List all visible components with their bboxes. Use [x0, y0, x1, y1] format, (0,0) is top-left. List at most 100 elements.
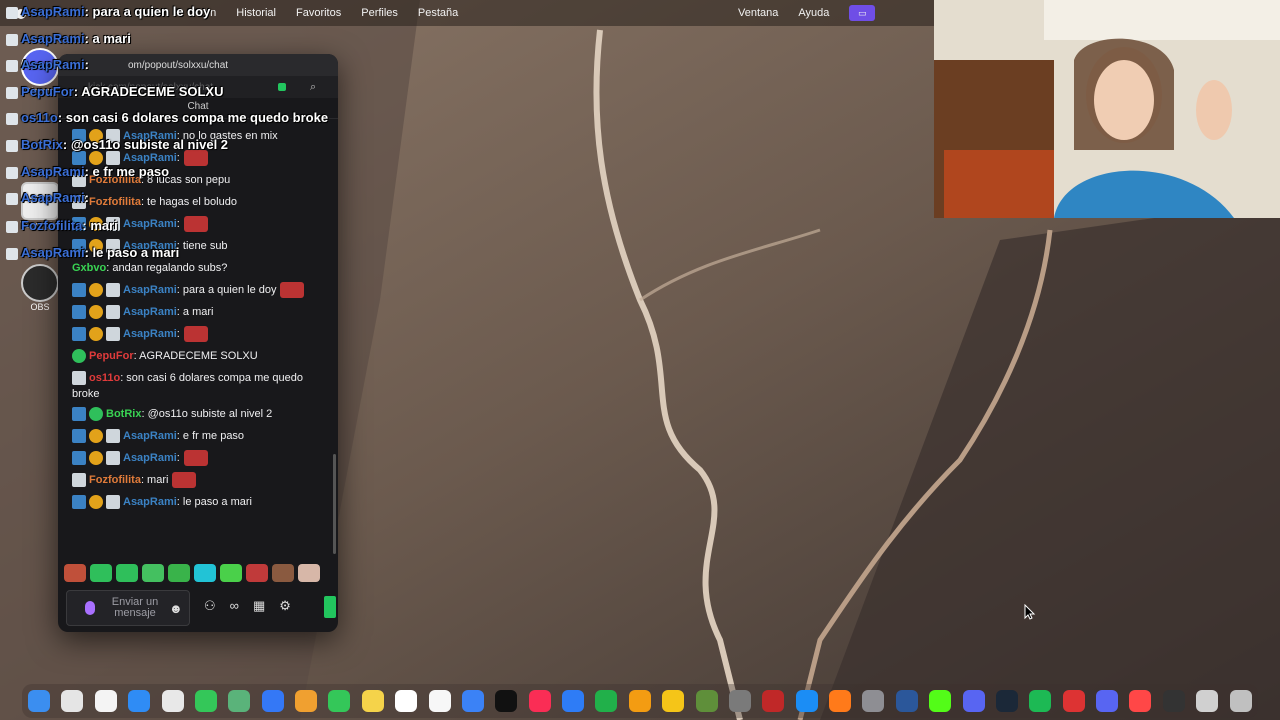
- chat-scrollbar[interactable]: [333, 454, 336, 554]
- safari-icon[interactable]: [128, 690, 151, 712]
- emote-icon[interactable]: [194, 564, 216, 582]
- search-icon[interactable]: ⌕: [310, 81, 316, 94]
- minecraft-icon[interactable]: [695, 690, 718, 712]
- calendar-icon[interactable]: [94, 690, 117, 712]
- word-icon[interactable]: [895, 690, 918, 712]
- music-icon[interactable]: [528, 690, 551, 712]
- chat-username[interactable]: AsapRami: [123, 306, 177, 318]
- chat-username[interactable]: Fozfofilita: [89, 196, 141, 208]
- menu-ayuda[interactable]: Ayuda: [788, 7, 839, 19]
- maps-icon[interactable]: [228, 690, 251, 712]
- trash-icon[interactable]: [1229, 690, 1252, 712]
- microphone-icon[interactable]: [85, 601, 95, 615]
- chat-message[interactable]: AsapRami:: [58, 448, 330, 470]
- chat-message[interactable]: AsapRami: tiene sub: [58, 236, 330, 258]
- chat-message[interactable]: Fozfofilita: mari: [58, 470, 330, 492]
- preview-icon[interactable]: [461, 690, 484, 712]
- desktop-icon-obs[interactable]: OBS: [20, 264, 60, 312]
- chat-message[interactable]: Fozfofilita: 8 lucas son pepu: [58, 170, 330, 192]
- chat-message[interactable]: Fozfofilita: te hagas el boludo: [58, 192, 330, 214]
- appletv-icon[interactable]: [495, 690, 518, 712]
- apple-logo-icon[interactable]: [14, 6, 28, 20]
- chat-username[interactable]: os11o: [89, 372, 120, 384]
- mail-icon[interactable]: [261, 690, 284, 712]
- chat-message[interactable]: AsapRami: e fr me paso: [58, 426, 330, 448]
- appstore-alt-icon[interactable]: [662, 690, 685, 712]
- discord2-icon[interactable]: [1096, 690, 1118, 712]
- chat-username[interactable]: Fozfofilita: [89, 174, 141, 186]
- facetime-icon[interactable]: [328, 690, 351, 712]
- chat-window-titlebar[interactable]: om/popout/solxxu/chat: [58, 54, 338, 76]
- chat-message[interactable]: AsapRami: a mari: [58, 302, 330, 324]
- chat-message[interactable]: AsapRami: le paso a mari: [58, 492, 330, 514]
- menu-perfiles[interactable]: Perfiles: [351, 7, 408, 19]
- chat-username[interactable]: AsapRami: [123, 496, 177, 508]
- emoji-icon[interactable]: ☻: [169, 601, 183, 616]
- emote-icon[interactable]: [90, 564, 112, 582]
- users-icon[interactable]: ⚇: [204, 598, 216, 614]
- desktop-icon-discord[interactable]: Discord: [20, 48, 60, 96]
- gear-icon[interactable]: ⚙: [279, 598, 291, 614]
- desktop-icon-tlauncher[interactable]: TLauncher: [20, 182, 63, 230]
- spotify-icon[interactable]: [1029, 690, 1052, 712]
- chat-message[interactable]: PepuFor: AGRADECEME SOLXU: [58, 346, 330, 368]
- chat-username[interactable]: BotRix: [106, 408, 141, 420]
- kick-extension-icon[interactable]: [278, 83, 286, 91]
- menu-partial-item[interactable]: ón: [194, 7, 226, 19]
- chat-username[interactable]: Gxbvo: [72, 262, 106, 274]
- pages-icon[interactable]: [628, 690, 651, 712]
- chat-message[interactable]: AsapRami: para a quien le doy: [58, 280, 330, 302]
- emote-icon[interactable]: [116, 564, 138, 582]
- chat-message[interactable]: Gxbvo: andan regalando subs?: [58, 258, 330, 280]
- screen-record-icon[interactable]: ▭: [849, 5, 876, 21]
- chrome-icon[interactable]: [161, 690, 184, 712]
- chat-username[interactable]: AsapRami: [123, 452, 177, 464]
- notes2-icon[interactable]: [395, 690, 418, 712]
- messages-icon[interactable]: [194, 690, 217, 712]
- settings-icon[interactable]: [862, 690, 885, 712]
- chat-username[interactable]: AsapRami: [123, 240, 177, 252]
- chat-message-input[interactable]: Enviar un mensaje ☻: [66, 590, 190, 626]
- chat-username[interactable]: AsapRami: [123, 328, 177, 340]
- emote-icon[interactable]: [168, 564, 190, 582]
- kick-icon[interactable]: [929, 690, 952, 712]
- steam-icon[interactable]: [995, 690, 1018, 712]
- keynote-icon[interactable]: [562, 690, 584, 712]
- chat-username[interactable]: PepuFor: [89, 350, 134, 362]
- store-icon[interactable]: ▦: [253, 598, 265, 614]
- discord-icon[interactable]: [962, 690, 985, 712]
- numbers-icon[interactable]: [595, 690, 618, 712]
- chat-username[interactable]: AsapRami: [123, 152, 177, 164]
- menu-pestana[interactable]: Pestaña: [408, 7, 468, 19]
- chat-message[interactable]: AsapRami:: [58, 324, 330, 346]
- emote-icon[interactable]: [298, 564, 320, 582]
- app-red-icon[interactable]: [1062, 690, 1085, 712]
- appstore-icon[interactable]: [795, 690, 818, 712]
- files-icon[interactable]: [1196, 690, 1219, 712]
- emote-icon[interactable]: [272, 564, 294, 582]
- reminders-icon[interactable]: [428, 690, 451, 712]
- chat-message[interactable]: AsapRami:: [58, 214, 330, 236]
- send-button[interactable]: [324, 596, 336, 618]
- flash-icon[interactable]: [762, 690, 785, 712]
- emote-icon[interactable]: [64, 564, 86, 582]
- chat-message[interactable]: AsapRami:: [58, 148, 330, 170]
- chat-message-list[interactable]: AsapRami: no lo gastes en mix AsapRami: Fo…: [58, 126, 330, 552]
- chat-username[interactable]: AsapRami: [123, 430, 177, 442]
- finder-icon[interactable]: [28, 690, 50, 712]
- photos-icon[interactable]: [295, 690, 317, 712]
- firefox-icon[interactable]: [829, 690, 851, 712]
- menu-ventana[interactable]: Ventana: [728, 7, 788, 19]
- chat-message[interactable]: AsapRami: no lo gastes en mix: [58, 126, 330, 148]
- unknown-icon[interactable]: [728, 690, 751, 712]
- ea-icon[interactable]: [1129, 690, 1152, 712]
- chat-message[interactable]: BotRix: @os11o subiste al nivel 2: [58, 404, 330, 426]
- menu-historial[interactable]: Historial: [226, 7, 286, 19]
- chat-url-bar[interactable]: kick.com/popout/solxxu/chat ⌕: [58, 76, 338, 98]
- menu-favoritos[interactable]: Favoritos: [286, 7, 351, 19]
- emote-icon[interactable]: [246, 564, 268, 582]
- chat-username[interactable]: AsapRami: [123, 130, 177, 142]
- infinity-icon[interactable]: ∞: [230, 598, 239, 614]
- chat-username[interactable]: Fozfofilita: [89, 474, 141, 486]
- chat-message[interactable]: os11o: son casi 6 dolares compa me quedo…: [58, 368, 330, 404]
